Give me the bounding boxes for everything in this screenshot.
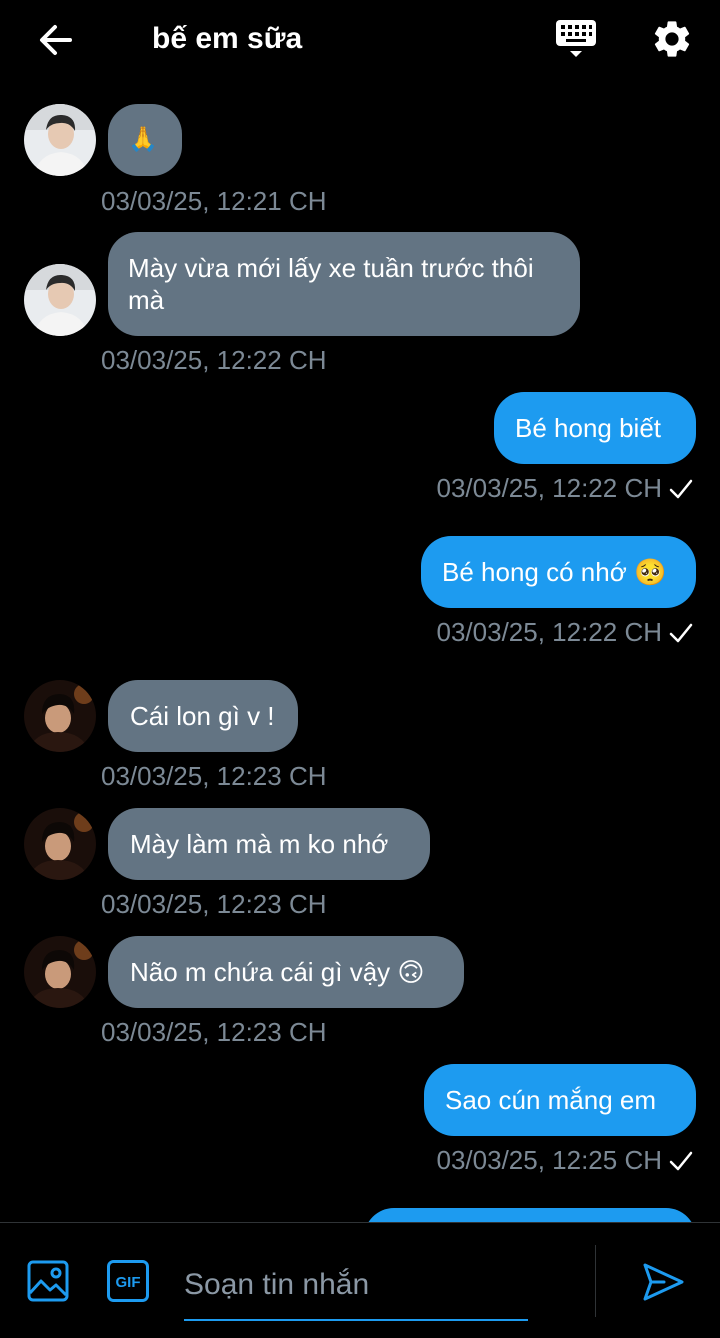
message-bubble[interactable]: Mày làm mà m ko nhớ: [108, 808, 430, 880]
message-bubble[interactable]: Mày vừa mới lấy xe tuần trước thôi mà: [108, 232, 580, 336]
message-input[interactable]: [184, 1251, 528, 1321]
contact-photo-2: [24, 680, 96, 752]
avatar[interactable]: [24, 264, 96, 336]
message-text: Mày vừa mới lấy xe tuần trước thôi mà: [128, 253, 534, 315]
image-icon: [27, 1260, 69, 1302]
message-text: Bé hong có nhớ 🥺: [442, 557, 667, 587]
message-timestamp: 03/03/25, 12:22 CH: [436, 617, 663, 647]
message-text: Sao cún mắng em: [445, 1085, 657, 1115]
message-bubble[interactable]: Bé hong biết: [494, 392, 696, 464]
sent-check-icon: [669, 623, 693, 643]
message-timestamp: 03/03/25, 12:22 CH: [101, 345, 327, 375]
add-image-button[interactable]: [26, 1259, 70, 1303]
contact-photo-2: [24, 936, 96, 1008]
keyboard-icon: [556, 20, 596, 57]
sent-check-icon: [669, 1151, 693, 1171]
send-button[interactable]: [640, 1259, 686, 1305]
arrow-left-icon: [40, 25, 72, 55]
avatar[interactable]: [24, 808, 96, 880]
chat-header: bế em sữa: [0, 0, 720, 80]
message-timestamp: 03/03/25, 12:25 CH: [436, 1145, 663, 1175]
message-text: Cái lon gì v !: [130, 701, 275, 731]
gif-label: GIF: [116, 1274, 141, 1291]
message-bubble[interactable]: Bé hong có nhớ 🥺: [421, 536, 696, 608]
message-bubble[interactable]: Cái lon gì v !: [108, 680, 298, 752]
message-text: Mày làm mà m ko nhớ: [130, 829, 389, 859]
contact-photo-2: [24, 808, 96, 880]
message-timestamp: 03/03/25, 12:22 CH: [436, 473, 663, 503]
message-timestamp: 03/03/25, 12:23 CH: [101, 889, 327, 919]
message-text: Não m chứa cái gì vậy 🙃: [130, 957, 425, 987]
avatar[interactable]: [24, 936, 96, 1008]
avatar[interactable]: [24, 680, 96, 752]
sent-check-icon: [669, 479, 693, 499]
send-icon: [643, 1263, 684, 1301]
contact-photo-1: [24, 104, 96, 176]
keyboard-button[interactable]: [553, 16, 599, 62]
gear-icon: [654, 21, 690, 57]
conversation-title: bế em sữa: [152, 22, 303, 55]
settings-button[interactable]: [650, 17, 694, 61]
message-text: Bé hong biết: [515, 413, 662, 443]
message-timestamp: 03/03/25, 12:21 CH: [101, 186, 327, 216]
message-timestamp: 03/03/25, 12:23 CH: [101, 1017, 327, 1047]
message-timestamp: 03/03/25, 12:23 CH: [101, 761, 327, 791]
gif-icon: GIF: [107, 1260, 149, 1302]
message-bubble[interactable]: Não m chứa cái gì vậy 🙃: [108, 936, 464, 1008]
message-bubble[interactable]: 🙏: [108, 104, 182, 176]
message-bubble[interactable]: Sao cún mắng em: [424, 1064, 696, 1136]
avatar[interactable]: [24, 104, 96, 176]
message-text: 🙏: [128, 126, 158, 153]
composer-divider: [595, 1245, 596, 1317]
back-button[interactable]: [34, 18, 78, 62]
contact-photo-1: [24, 264, 96, 336]
message-composer: GIF: [0, 1222, 720, 1338]
add-gif-button[interactable]: GIF: [106, 1259, 150, 1303]
